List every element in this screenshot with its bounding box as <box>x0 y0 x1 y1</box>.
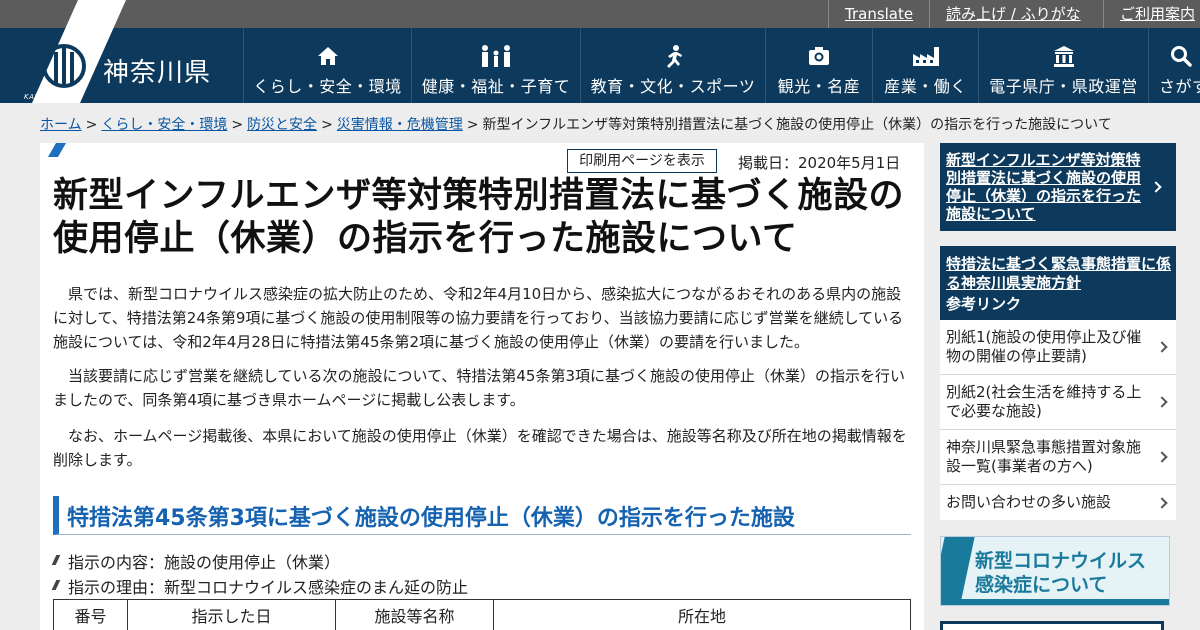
chevron-right-icon <box>1156 396 1168 408</box>
page-title: 新型インフルエンザ等対策特別措置法に基づく施設の使用停止（休業）の指示を行った施… <box>53 176 904 259</box>
nav-label: 電子県庁・県政運営 <box>989 77 1138 96</box>
bullet-instruction-reason: 指示の理由：新型コロナウイルス感染症のまん延の防止 <box>68 574 468 598</box>
covid-info-banner[interactable]: 新型コロナウイルス感染症について <box>940 536 1170 606</box>
notice-paragraph: 当該要請に応じず営業を継続している次の施設について、特措法第45条第3項に基づく… <box>53 367 905 409</box>
banner-accent-bar <box>941 537 975 605</box>
intro-paragraph: 県では、新型コロナウイルス感染症の拡大防止のため、令和2年4月10日から、感染拡… <box>53 285 904 351</box>
nav-label: さがす <box>1159 77 1200 96</box>
sidebar-link-attachment-1[interactable]: 別紙1(施設の使用停止及び催物の開催の停止要請) <box>940 320 1176 375</box>
banner-text: 新型コロナウイルス感染症について <box>975 550 1147 596</box>
sidebar-link-faq-facilities[interactable]: お問い合わせの多い施設 <box>940 485 1176 520</box>
home-icon <box>317 47 338 65</box>
factory-icon <box>912 47 939 66</box>
chevron-right-icon <box>1156 341 1168 353</box>
camera-icon <box>809 47 829 65</box>
sidebar-current-label: 新型インフルエンザ等対策特別措置法に基づく施設の使用停止（休業）の指示を行った施… <box>946 151 1142 223</box>
logo-subtitle: KANAGAWA <box>24 93 69 101</box>
main-content: 印刷用ページを表示 掲載日：2020年5月1日 新型インフルエンザ等対策特別措置… <box>40 143 924 630</box>
sidebar-box-subtitle: 参考リンク <box>946 295 1022 313</box>
breadcrumb-living[interactable]: くらし・安全・環境 <box>101 117 227 133</box>
column-number: 番号 <box>53 599 128 630</box>
removal-paragraph: なお、ホームページ掲載後、本県において施設の使用停止（休業）を確認できた場合は、… <box>53 427 907 469</box>
nav-search[interactable]: さがす <box>1148 28 1200 103</box>
column-facility-name: 施設等名称 <box>335 599 494 630</box>
table-header-row: 番号 指示した日 施設等名称 所在地 <box>53 599 911 630</box>
sidebar-link-label: 別紙2(社会生活を維持する上で必要な施設) <box>946 383 1142 420</box>
nav-tourism[interactable]: 観光・名産 <box>765 28 872 103</box>
section-heading: 特措法第45条第3項に基づく施設の使用停止（休業）の指示を行った施設 <box>53 496 911 535</box>
nav-label: 健康・福祉・子育て <box>421 77 571 96</box>
nav-living[interactable]: くらし・安全・環境 <box>243 28 411 103</box>
nav-government[interactable]: 電子県庁・県政運営 <box>978 28 1148 103</box>
facilities-table: 番号 指示した日 施設等名称 所在地 <box>53 599 911 630</box>
site-name: 神奈川県 <box>103 58 212 88</box>
sidebar-link-facility-list[interactable]: 神奈川県緊急事態措置対象施設一覧(事業者の方へ) <box>940 430 1176 485</box>
nav-education[interactable]: 教育・文化・スポーツ <box>580 28 765 103</box>
site-logo[interactable]: 神奈川県 KANAGAWA <box>0 0 243 103</box>
sidebar-link-label: 別紙1(施設の使用停止及び催物の開催の停止要請) <box>946 328 1142 365</box>
nav-label: 産業・働く <box>884 77 967 96</box>
nav-health[interactable]: 健康・福祉・子育て <box>411 28 580 103</box>
search-icon <box>1170 46 1192 67</box>
sidebar-link-label: 神奈川県緊急事態措置対象施設一覧(事業者の方へ) <box>946 438 1142 475</box>
column-address: 所在地 <box>493 599 911 630</box>
runner-icon <box>667 45 682 68</box>
nav-label: 観光・名産 <box>777 77 861 96</box>
section-heading-text: 特措法第45条第3項に基づく施設の使用停止（休業）の指示を行った施設 <box>67 506 795 531</box>
nav-label: くらし・安全・環境 <box>253 77 402 96</box>
nav-industry[interactable]: 産業・働く <box>872 28 978 103</box>
sidebar-policy-link[interactable]: 特措法に基づく緊急事態措置に係る神奈川県実施方針 <box>946 255 1174 293</box>
family-icon <box>482 45 510 67</box>
chevron-right-icon <box>1150 181 1162 193</box>
breadcrumb: ホーム > くらし・安全・環境 > 防災と安全 > 災害情報・危機管理 > 新型インフルエンザ等… <box>40 117 1112 133</box>
chevron-right-icon <box>1156 497 1168 509</box>
read-aloud-link[interactable]: 読み上げ / ふりがな <box>929 0 1097 28</box>
breadcrumb-current: 新型インフルエンザ等対策特別措置法に基づく施設の使用停止（休業）の指示を行った施… <box>482 117 1112 133</box>
usage-guide-link[interactable]: ご利用案内 <box>1103 0 1200 28</box>
bullet-instruction-content: 指示の内容：施設の使用停止（休業） <box>68 549 340 573</box>
government-building-icon <box>1053 46 1074 67</box>
print-page-button[interactable]: 印刷用ページを表示 <box>567 149 717 173</box>
decorative-stripe <box>47 143 67 157</box>
sidebar-reference-box: 特措法に基づく緊急事態措置に係る神奈川県実施方針 参考リンク 別紙1(施設の使用… <box>940 246 1176 520</box>
sidebar-link-label: お問い合わせの多い施設 <box>946 493 1112 511</box>
nav-label: 教育・文化・スポーツ <box>590 77 756 96</box>
breadcrumb-home[interactable]: ホーム <box>40 117 82 133</box>
breadcrumb-crisis-management[interactable]: 災害情報・危機管理 <box>337 117 463 133</box>
banner-bottom-bar <box>941 599 1169 605</box>
sidebar-box-header: 特措法に基づく緊急事態措置に係る神奈川県実施方針 参考リンク <box>940 246 1176 320</box>
column-date: 指示した日 <box>127 599 336 630</box>
translate-link[interactable]: Translate <box>828 0 929 28</box>
published-date: 掲載日：2020年5月1日 <box>738 154 901 172</box>
sidebar-current-page[interactable]: 新型インフルエンザ等対策特別措置法に基づく施設の使用停止（休業）の指示を行った施… <box>940 143 1176 231</box>
chevron-right-icon <box>1156 451 1168 463</box>
sidebar-link-attachment-2[interactable]: 別紙2(社会生活を維持する上で必要な施設) <box>940 375 1176 430</box>
breadcrumb-disaster-safety[interactable]: 防災と安全 <box>247 117 317 133</box>
sidebar-next-box <box>940 621 1164 630</box>
